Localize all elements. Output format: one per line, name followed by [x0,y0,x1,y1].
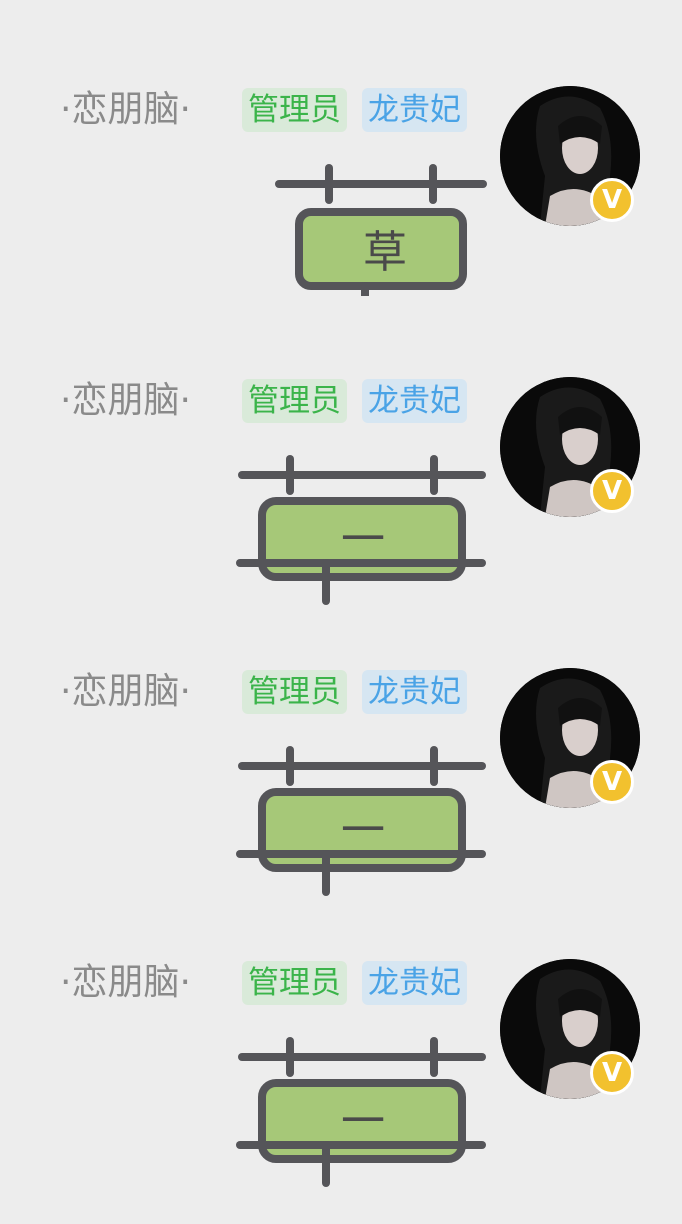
vip-badge-icon: V [590,760,634,804]
vip-badge-icon: V [590,469,634,513]
sticker-base-strokes [236,1141,486,1187]
sticker-base-strokes [236,559,486,605]
sticker-cao-graphic [275,164,487,296]
sender-name[interactable]: ·恋朋脑· [60,86,220,134]
chat-message-list: ·恋朋脑· 管理员 龙贵妃 V 草 ·恋朋脑· 管理员 龙贵妃 V 一 ·恋朋脑… [0,0,682,1224]
sender-name[interactable]: ·恋朋脑· [60,377,220,425]
vip-badge-icon: V [590,1051,634,1095]
sender-name[interactable]: ·恋朋脑· [60,959,220,1007]
sticker-message[interactable]: 草 [275,116,495,296]
chat-message: ·恋朋脑· 管理员 龙贵妃 V 一 [0,959,682,1199]
vip-badge-icon: V [590,178,634,222]
sender-name[interactable]: ·恋朋脑· [60,668,220,716]
chat-message: ·恋朋脑· 管理员 龙贵妃 V 一 [0,377,682,617]
sticker-base-strokes [236,850,486,896]
chat-message: ·恋朋脑· 管理员 龙贵妃 V 一 [0,668,682,908]
chat-message: ·恋朋脑· 管理员 龙贵妃 V 草 [0,86,682,326]
